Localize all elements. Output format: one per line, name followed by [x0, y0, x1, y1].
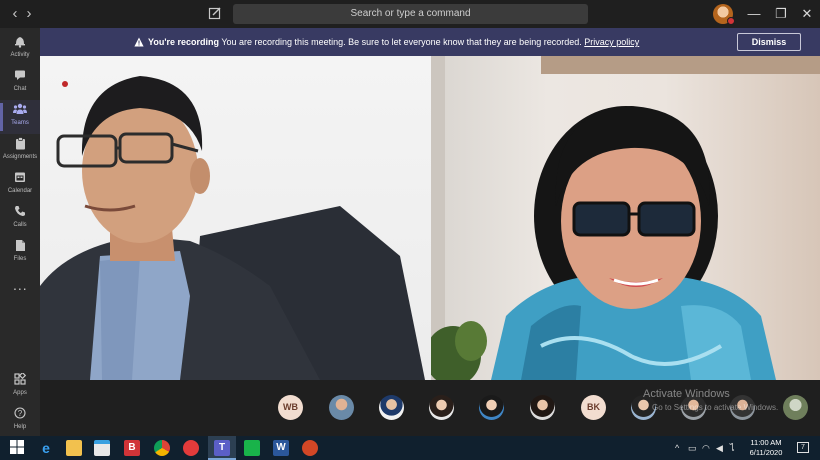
app-red-icon[interactable] [183, 440, 199, 456]
maximize-icon[interactable]: ❐ [772, 5, 790, 23]
participant-avatar[interactable]: WB [278, 395, 303, 420]
participant-avatar[interactable] [329, 395, 354, 420]
assignments-icon [13, 137, 27, 151]
word-icon[interactable]: W [273, 440, 289, 456]
rail-item-more[interactable]: ... [0, 270, 40, 304]
store-icon[interactable] [94, 440, 110, 456]
status-busy-icon [727, 17, 735, 25]
windows-start-icon[interactable] [10, 440, 26, 456]
chevron-right-icon[interactable]: › [22, 6, 36, 22]
rail-label-calendar: Calendar [7, 188, 33, 194]
dismiss-button[interactable]: Dismiss [737, 33, 801, 51]
notification-center-icon[interactable]: 7 [797, 442, 809, 453]
title-bar: ‹ › Search or type a command — ❐ ✕ [0, 0, 820, 28]
participant-avatar[interactable] [379, 395, 404, 420]
rail-label-help: Help [13, 424, 27, 430]
recording-title: You're recording [148, 37, 219, 47]
volume-icon[interactable]: ◀ [716, 442, 723, 454]
chat-icon [13, 69, 27, 83]
edge-icon[interactable]: e [38, 440, 54, 456]
taskbar-clock[interactable]: 11:00 AM 6/11/2020 [741, 438, 791, 458]
rail-label-teams: Teams [11, 120, 29, 126]
rail-item-help[interactable]: ? Help [0, 404, 40, 438]
wifi-icon[interactable]: ◠ [702, 442, 710, 454]
help-icon: ? [13, 407, 27, 421]
clock-time: 11:00 AM [750, 438, 782, 447]
phone-icon [13, 205, 27, 219]
search-input[interactable]: Search or type a command [233, 4, 588, 24]
app-rail: Activity Chat Teams Assignments Calendar [0, 28, 40, 436]
svg-text:?: ? [18, 409, 23, 418]
rail-item-calendar[interactable]: Calendar [0, 168, 40, 202]
rail-label-calls: Calls [13, 222, 27, 228]
rail-item-calls[interactable]: Calls [0, 202, 40, 236]
participant-video-man [40, 76, 425, 380]
more-icon: ... [13, 277, 28, 293]
video-tile-participant-1[interactable] [40, 56, 431, 380]
participant-avatar[interactable] [479, 395, 504, 420]
files-icon [13, 239, 27, 253]
minimize-icon[interactable]: — [745, 5, 763, 23]
video-tile-participant-2[interactable] [431, 56, 820, 380]
teams-icon [13, 103, 27, 117]
warning-icon [134, 37, 144, 47]
participant-video-woman [431, 56, 820, 380]
rail-label-activity: Activity [10, 52, 30, 58]
app-b-icon[interactable]: B [124, 440, 140, 456]
user-avatar[interactable] [713, 4, 735, 25]
teams-taskbar-icon[interactable]: T [214, 440, 230, 456]
rail-item-files[interactable]: Files [0, 236, 40, 270]
privacy-policy-link[interactable]: Privacy policy [584, 37, 639, 47]
participant-avatar[interactable] [530, 395, 555, 420]
close-icon[interactable]: ✕ [798, 5, 816, 23]
rail-item-activity[interactable]: Activity [0, 32, 40, 66]
chrome-icon[interactable] [154, 440, 170, 456]
line-icon[interactable] [244, 440, 260, 456]
bell-icon [13, 35, 27, 49]
network-icon[interactable]: ▭ [688, 442, 697, 454]
clock-date: 6/11/2020 [749, 448, 783, 457]
teams-window: ‹ › Search or type a command — ❐ ✕ Activ… [0, 0, 820, 460]
rail-label-chat: Chat [13, 86, 27, 92]
file-explorer-icon[interactable] [66, 440, 82, 456]
rail-item-apps[interactable]: Apps [0, 370, 40, 404]
rail-item-chat[interactable]: Chat [0, 66, 40, 100]
rail-label-files: Files [13, 256, 27, 262]
rail-label-assignments: Assignments [2, 154, 38, 160]
recording-banner: You're recording You are recording this … [40, 28, 820, 56]
participant-avatar[interactable] [429, 395, 454, 420]
windows-taskbar: e B T W ^ ▭ ◠ ◀ ไ 11:00 AM 6/11/2020 7 [0, 436, 820, 460]
recording-message: You're recording You are recording this … [148, 37, 639, 47]
tray-chevron-icon[interactable]: ^ [675, 442, 679, 454]
recording-text: You are recording this meeting. Be sure … [221, 37, 582, 47]
participant-avatar[interactable] [783, 395, 808, 420]
calendar-icon [13, 171, 27, 185]
rail-label-apps: Apps [13, 390, 27, 396]
participant-avatar[interactable]: BK [581, 395, 606, 420]
apps-icon [13, 371, 27, 387]
chevron-left-icon[interactable]: ‹ [8, 6, 22, 22]
rail-item-teams[interactable]: Teams [0, 100, 40, 134]
participant-strip: WB BK Activate Windows Go to Settings to… [40, 380, 820, 436]
powerpoint-icon[interactable] [302, 440, 318, 456]
activate-windows-watermark: Activate Windows [643, 388, 730, 400]
language-icon[interactable]: ไ [730, 442, 735, 454]
compose-icon[interactable] [208, 6, 224, 22]
rail-item-assignments[interactable]: Assignments [0, 134, 40, 168]
activate-windows-hint: Go to Settings to activate Windows. [652, 403, 779, 412]
